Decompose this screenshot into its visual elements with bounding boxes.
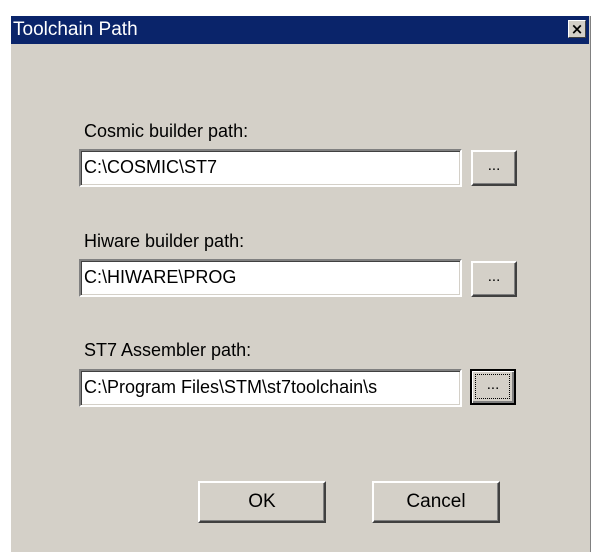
focus-rectangle xyxy=(475,374,510,399)
title-bar[interactable]: Toolchain Path × xyxy=(11,16,589,44)
st7-assembler-path-label: ST7 Assembler path: xyxy=(84,340,252,360)
toolchain-path-dialog: Toolchain Path × Cosmic builder path: C:… xyxy=(9,14,591,552)
cosmic-path-input[interactable]: C:\COSMIC\ST7 xyxy=(79,149,462,187)
close-button[interactable]: × xyxy=(568,20,586,38)
window-title: Toolchain Path xyxy=(13,19,138,40)
cancel-button[interactable]: Cancel xyxy=(372,481,500,523)
hiware-path-label: Hiware builder path: xyxy=(84,231,245,251)
close-icon: × xyxy=(570,19,584,38)
st7-assembler-path-input[interactable]: C:\Program Files\STM\st7toolchain\s xyxy=(79,369,462,407)
st7-assembler-browse-button[interactable]: ... xyxy=(470,369,516,405)
cosmic-browse-button[interactable]: ... xyxy=(471,150,517,186)
hiware-browse-button[interactable]: ... xyxy=(471,261,517,297)
hiware-path-input[interactable]: C:\HIWARE\PROG xyxy=(79,259,462,297)
cosmic-path-label: Cosmic builder path: xyxy=(84,121,249,141)
ok-button[interactable]: OK xyxy=(198,481,326,523)
